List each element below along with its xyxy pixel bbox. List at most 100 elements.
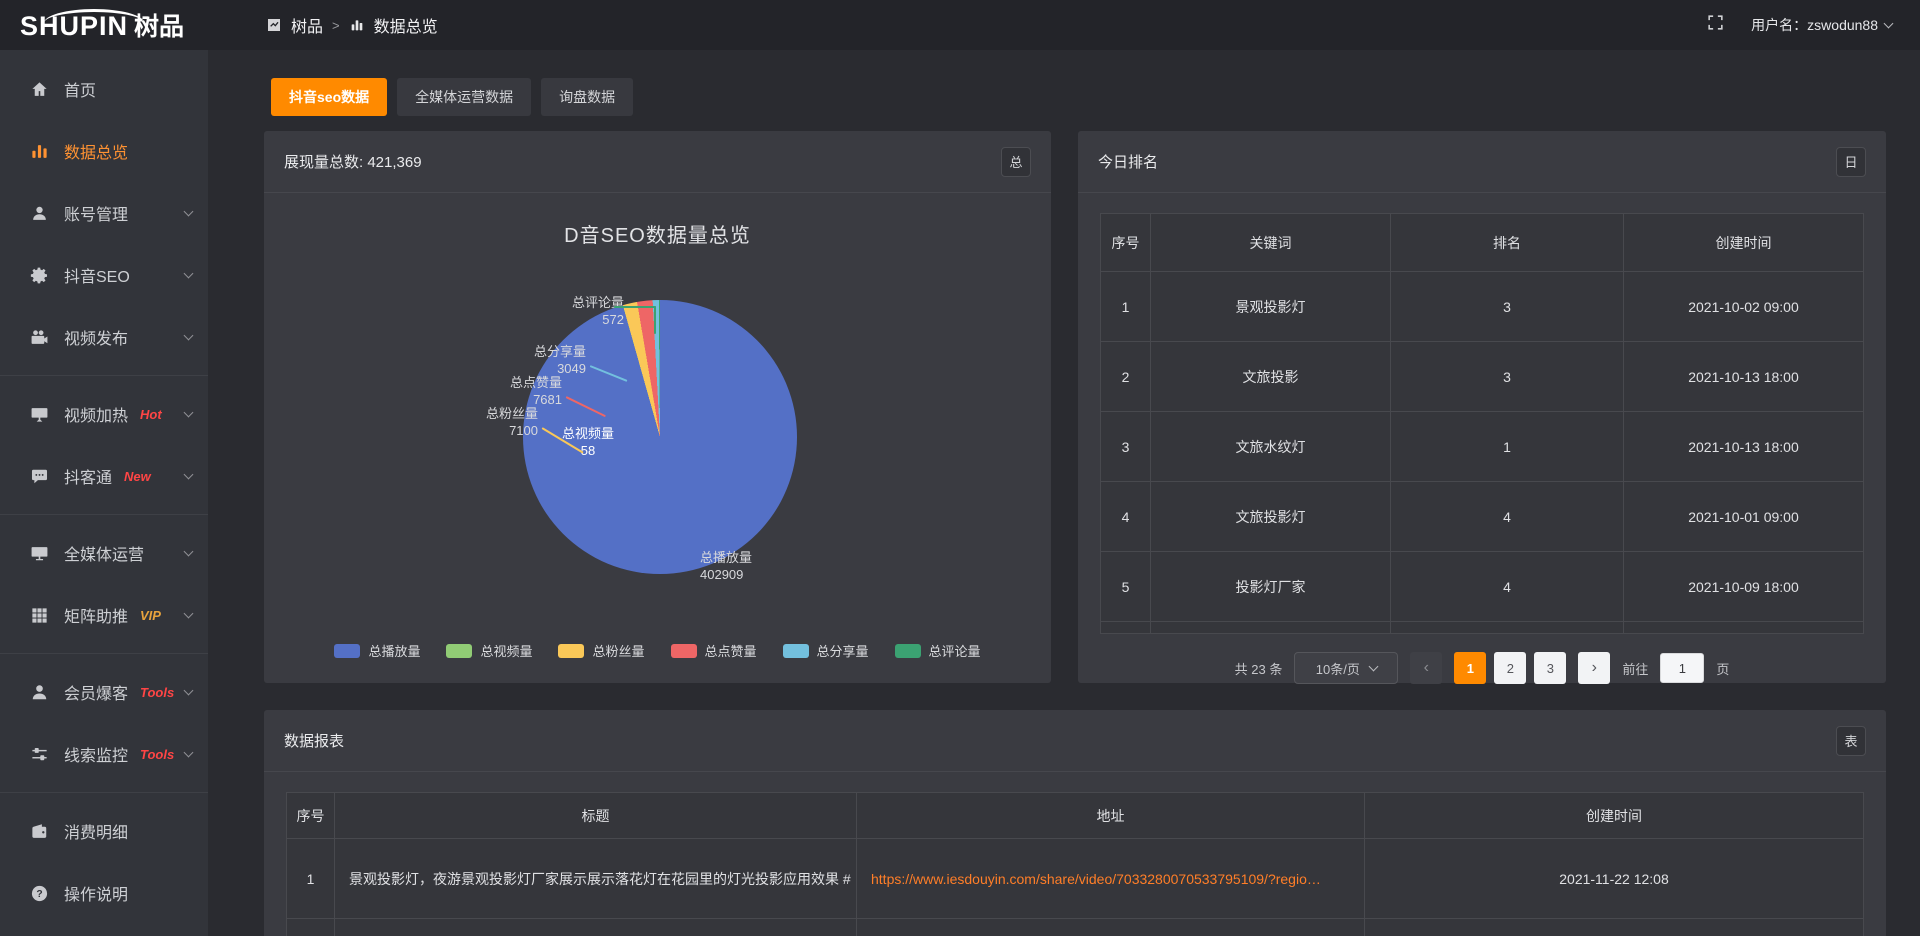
breadcrumb-current: 数据总览 <box>374 13 438 37</box>
video-camera-icon <box>30 328 49 347</box>
member-icon <box>30 683 49 702</box>
report-row: 1 景观投影灯，夜游景观投影灯厂家展示展示落花灯在花园里的灯光投影应用效果 # … <box>287 839 1864 919</box>
chevron-down-icon <box>184 547 194 557</box>
ranking-column-header: 创建时间 <box>1624 214 1864 272</box>
app-logo: SHUPIN 树品 <box>0 7 208 43</box>
seo-chart-panel: 展现量总数: 421,369 总 D音SEO数据量总览 总评论量572 总分享量… <box>264 131 1051 683</box>
page-button-3[interactable]: 3 <box>1534 652 1566 684</box>
ranking-tbody: 1景观投影灯32021-10-02 09:002文旅投影32021-10-13 … <box>1101 272 1864 634</box>
report-panel-header: 数据报表 表 <box>264 710 1886 772</box>
label-connector <box>614 306 656 308</box>
sidebar-item-13[interactable]: ? 操作说明 <box>0 862 208 924</box>
ranking-cell <box>1151 622 1391 634</box>
day-badge-button[interactable]: 日 <box>1836 147 1866 177</box>
report-header-row: 序号标题地址创建时间 <box>287 793 1864 839</box>
next-page-button[interactable]: › <box>1578 652 1610 684</box>
total-count-label: 共 23 条 <box>1235 659 1283 678</box>
bar-chart-icon <box>349 17 365 33</box>
sidebar-item-11[interactable]: 线索监控 Tools <box>0 723 208 785</box>
sidebar-item-5[interactable]: 视频发布 <box>0 306 208 368</box>
legend-item[interactable]: 总分享量 <box>783 641 869 660</box>
report-cell-link[interactable]: https://www.iesdouyin.com/share/video/70… <box>857 839 1365 919</box>
ranking-column-header: 关键词 <box>1151 214 1391 272</box>
ranking-row: 3文旅水纹灯12021-10-13 18:00 <box>1101 412 1864 482</box>
sidebar-item-label: 矩阵助推 <box>64 603 128 627</box>
tab-1[interactable]: 抖音seo数据 <box>271 78 387 116</box>
tab-2[interactable]: 全媒体运营数据 <box>397 78 531 116</box>
sidebar-item-label: 视频加热 <box>64 402 128 426</box>
sidebar-item-8[interactable]: 全媒体运营 <box>0 522 208 584</box>
goto-label: 前往 <box>1622 659 1648 678</box>
user-icon <box>30 204 49 223</box>
sidebar-item-7[interactable]: 抖客通 New <box>0 445 208 507</box>
chevron-down-icon <box>1884 18 1894 28</box>
legend-swatch <box>671 644 697 658</box>
tabs-bar: 抖音seo数据全媒体运营数据询盘数据 <box>271 78 633 116</box>
legend-item[interactable]: 总粉丝量 <box>558 641 644 660</box>
grid-icon <box>30 606 49 625</box>
pie-label-fans: 总粉丝量7100 <box>458 405 538 439</box>
sidebar-item-10[interactable]: 会员爆客 Tools <box>0 661 208 723</box>
svg-text:?: ? <box>36 889 42 900</box>
ranking-cell: 4 <box>1391 552 1624 622</box>
page-unit-label: 页 <box>1716 659 1729 678</box>
sidebar-item-label: 线索监控 <box>64 742 128 766</box>
page-button-2[interactable]: 2 <box>1494 652 1526 684</box>
ranking-cell: 投影灯厂家 <box>1151 552 1391 622</box>
ranking-cell: 2021-10-01 09:00 <box>1624 482 1864 552</box>
ranking-row: 2文旅投影32021-10-13 18:00 <box>1101 342 1864 412</box>
page-button-1[interactable]: 1 <box>1454 652 1486 684</box>
ranking-row: 1景观投影灯32021-10-02 09:00 <box>1101 272 1864 342</box>
sidebar-item-label: 首页 <box>64 77 96 101</box>
sidebar-item-label: 数据总览 <box>64 139 128 163</box>
ranking-cell: 3 <box>1101 412 1151 482</box>
legend-item[interactable]: 总点赞量 <box>671 641 757 660</box>
ranking-cell: 2021-10-13 18:00 <box>1624 342 1864 412</box>
sidebar-item-label: 抖客通 <box>64 464 112 488</box>
app-root: SHUPIN 树品 树品 > 数据总览 用户名：zswodun88 <box>0 0 1920 936</box>
ranking-header-row: 序号关键词排名创建时间 <box>1101 214 1864 272</box>
sidebar-item-4[interactable]: 抖音SEO <box>0 244 208 306</box>
sidebar-item-1[interactable]: 首页 <box>0 58 208 120</box>
ranking-cell: 3 <box>1391 272 1624 342</box>
sidebar-item-3[interactable]: 账号管理 <box>0 182 208 244</box>
chart-legend: 总播放量 总视频量 总粉丝量 总点赞量 总分享量 总评论量 <box>264 641 1051 660</box>
report-column-header: 创建时间 <box>1365 793 1864 839</box>
page-size-select[interactable]: 10条/页 <box>1294 652 1398 684</box>
sidebar-item-6[interactable]: 视频加热 Hot <box>0 383 208 445</box>
ranking-cell: 景观投影灯 <box>1151 272 1391 342</box>
logo-text-cn: 树品 <box>134 7 184 43</box>
top-header: SHUPIN 树品 树品 > 数据总览 用户名：zswodun88 <box>0 0 1920 50</box>
ranking-cell: 文旅投影灯 <box>1151 482 1391 552</box>
screen-icon <box>30 405 49 424</box>
sidebar-item-12[interactable]: 消费明细 <box>0 800 208 862</box>
legend-item[interactable]: 总播放量 <box>334 641 420 660</box>
goto-page-input[interactable] <box>1660 653 1704 683</box>
user-menu[interactable]: 用户名：zswodun88 <box>1751 15 1892 35</box>
today-ranking-panel: 今日排名 日 序号关键词排名创建时间 1景观投影灯32021-10-02 09:… <box>1078 131 1886 683</box>
ranking-table-wrap: 序号关键词排名创建时间 1景观投影灯32021-10-02 09:002文旅投影… <box>1100 213 1864 634</box>
fullscreen-icon[interactable] <box>1706 13 1725 37</box>
chevron-down-icon <box>184 207 194 217</box>
sidebar-item-label: 抖音SEO <box>64 263 130 287</box>
prev-page-button[interactable]: ‹ <box>1410 652 1442 684</box>
total-badge-button[interactable]: 总 <box>1001 147 1031 177</box>
chevron-down-icon <box>184 470 194 480</box>
data-report-panel: 数据报表 表 序号标题地址创建时间 1 景观投影灯，夜游景观投影灯厂家展示展示落… <box>264 710 1886 936</box>
tab-3[interactable]: 询盘数据 <box>541 78 633 116</box>
ranking-cell: 文旅水纹灯 <box>1151 412 1391 482</box>
ranking-cell: 2021-10-09 18:00 <box>1624 552 1864 622</box>
sidebar-item-9[interactable]: 矩阵助推 VIP <box>0 584 208 646</box>
sidebar-item-2[interactable]: 数据总览 <box>0 120 208 182</box>
report-cell <box>287 919 335 936</box>
breadcrumb-root[interactable]: 树品 <box>291 13 323 37</box>
ranking-cell: 2 <box>1101 342 1151 412</box>
legend-item[interactable]: 总视频量 <box>446 641 532 660</box>
table-badge-button[interactable]: 表 <box>1836 726 1866 756</box>
ranking-row-partial <box>1101 622 1864 634</box>
report-cell-index: 1 <box>287 839 335 919</box>
ranking-cell: 4 <box>1391 482 1624 552</box>
legend-label: 总点赞量 <box>705 641 757 660</box>
legend-item[interactable]: 总评论量 <box>895 641 981 660</box>
report-cell <box>335 919 857 936</box>
